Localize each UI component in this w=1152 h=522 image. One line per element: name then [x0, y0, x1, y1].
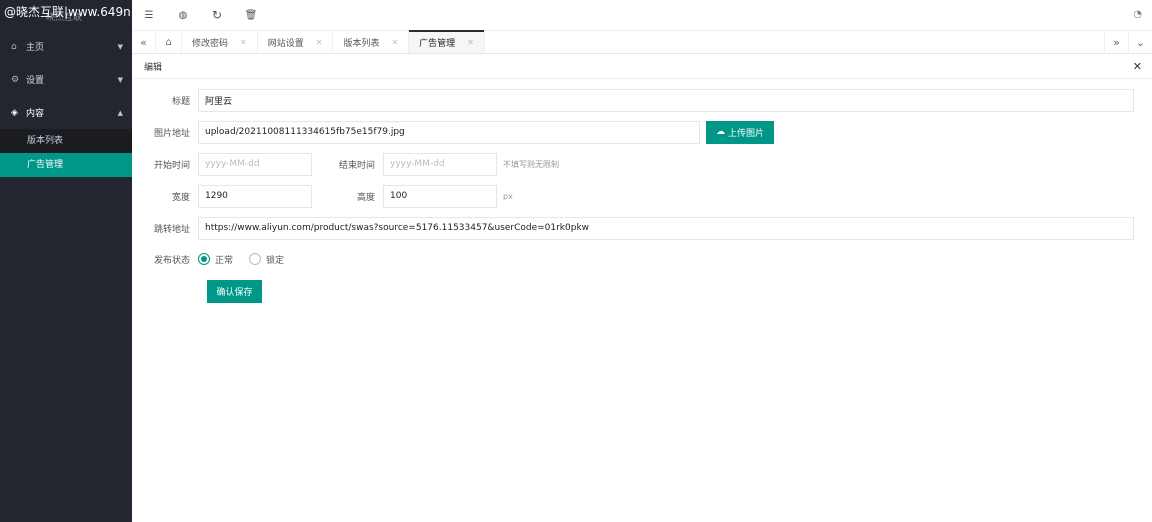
- refresh-icon[interactable]: ↻: [200, 8, 234, 22]
- sidebar-item-label: 设置: [26, 76, 45, 86]
- tabs-scroll-left-icon[interactable]: «: [132, 31, 156, 53]
- end-time-label: 结束时间: [338, 160, 375, 171]
- close-icon[interactable]: ✕: [1133, 60, 1142, 73]
- caret-down-icon: ▼: [117, 42, 123, 51]
- home-icon: ⌂: [11, 41, 17, 52]
- title-row: 标题 阿里云: [132, 88, 1134, 112]
- radio-checked-icon: [198, 253, 210, 265]
- menu-icon[interactable]: ☰: [132, 10, 166, 21]
- unit-label: px: [503, 191, 513, 201]
- save-button[interactable]: 确认保存: [207, 279, 262, 303]
- status-row: 发布状态 正常 锁定: [132, 247, 300, 271]
- radio-label: 锁定: [266, 255, 285, 266]
- sidebar-subnav: 版本列表 广告管理: [0, 129, 132, 177]
- start-time-label: 开始时间: [153, 160, 190, 171]
- redirect-url-input[interactable]: https://www.aliyun.com/product/swas?sour…: [198, 216, 1134, 240]
- title-label: 标题: [171, 96, 190, 107]
- top-toolbar: ☰ ◍ ↻ 🗑 ◔: [132, 0, 1152, 30]
- tab-ad-management[interactable]: 广告管理 ✕: [409, 30, 485, 53]
- close-icon[interactable]: ✕: [240, 38, 247, 47]
- logo[interactable]: 晓杰互联 @晓杰互联|www.649n: [0, 0, 132, 30]
- diamond-icon: ◈: [11, 107, 18, 118]
- width-input[interactable]: 1290: [198, 184, 312, 208]
- time-row: 开始时间 yyyy-MM-dd 结束时间 yyyy-MM-dd 不填写则无限制: [132, 152, 559, 176]
- watermark-text: @晓杰互联|www.649n: [4, 5, 131, 19]
- title-input[interactable]: 阿里云: [198, 88, 1134, 112]
- status-radio-normal[interactable]: 正常: [198, 253, 233, 266]
- image-row: 图片地址 upload/20211008111334615fb75e15f79.…: [132, 120, 774, 144]
- tab-bar: « ⌂ 修改密码 ✕ 网站设置 ✕ 版本列表 ✕ 广告管理 ✕ » ⌄: [132, 30, 1152, 54]
- panel-title: 编辑: [144, 63, 163, 73]
- actions-row: 确认保存: [207, 279, 262, 303]
- tab-label: 网站设置: [267, 38, 304, 49]
- tab-label: 修改密码: [192, 38, 229, 49]
- sidebar-subitem-version-list[interactable]: 版本列表: [0, 129, 132, 153]
- home-tab-icon[interactable]: ⌂: [156, 31, 182, 53]
- sidebar-item-home[interactable]: ⌂ 主页 ▼: [0, 30, 132, 63]
- tab-change-password[interactable]: 修改密码 ✕: [182, 31, 258, 53]
- width-label: 宽度: [171, 192, 190, 203]
- tab-label: 广告管理: [419, 38, 456, 49]
- height-input[interactable]: 100: [383, 184, 497, 208]
- upload-button-label: 上传图片: [727, 128, 764, 139]
- time-hint: 不填写则无限制: [503, 159, 559, 169]
- height-label: 高度: [356, 192, 375, 203]
- tab-label: 版本列表: [343, 38, 380, 49]
- url-label: 跳转地址: [153, 224, 190, 235]
- radio-label: 正常: [215, 255, 234, 266]
- upload-image-button[interactable]: ☁ 上传图片: [706, 120, 774, 144]
- status-radio-locked[interactable]: 锁定: [249, 253, 284, 266]
- radio-unchecked-icon: [249, 253, 262, 265]
- panel-header: 编辑 ✕: [132, 55, 1152, 79]
- chevron-down-icon[interactable]: ⌄: [1128, 31, 1152, 54]
- image-label: 图片地址: [153, 128, 190, 139]
- size-row: 宽度 1290 高度 100 px: [132, 184, 513, 208]
- tab-version-list[interactable]: 版本列表 ✕: [333, 31, 410, 53]
- trash-icon[interactable]: 🗑: [234, 10, 268, 21]
- start-date-input[interactable]: yyyy-MM-dd: [198, 152, 312, 176]
- theme-icon[interactable]: ◔: [1133, 9, 1142, 20]
- close-icon[interactable]: ✕: [316, 38, 323, 47]
- cloud-upload-icon: ☁: [715, 127, 725, 137]
- globe-icon[interactable]: ◍: [166, 10, 200, 21]
- tab-bar-right: » ⌄: [1104, 31, 1152, 54]
- sidebar-item-content[interactable]: ◈ 内容 ▲: [0, 96, 132, 129]
- gear-icon: ⚙: [11, 74, 20, 85]
- sidebar-item-settings[interactable]: ⚙ 设置 ▼: [0, 63, 132, 96]
- sidebar: 晓杰互联 @晓杰互联|www.649n ⌂ 主页 ▼ ⚙ 设置 ▼ ◈ 内容 ▲…: [0, 0, 132, 522]
- caret-up-icon: ▲: [117, 108, 123, 117]
- sidebar-subitem-ad-management[interactable]: 广告管理: [0, 153, 132, 177]
- sidebar-item-label: 内容: [26, 109, 45, 119]
- sidebar-item-label: 主页: [26, 43, 45, 53]
- caret-down-icon: ▼: [117, 75, 123, 84]
- tabs-scroll-right-icon[interactable]: »: [1104, 31, 1128, 54]
- close-icon[interactable]: ✕: [467, 38, 474, 47]
- status-label: 发布状态: [153, 255, 190, 266]
- close-icon[interactable]: ✕: [391, 38, 398, 47]
- image-url-input[interactable]: upload/20211008111334615fb75e15f79.jpg: [198, 120, 700, 144]
- end-date-input[interactable]: yyyy-MM-dd: [383, 152, 497, 176]
- url-row: 跳转地址 https://www.aliyun.com/product/swas…: [132, 216, 1134, 240]
- tab-site-settings[interactable]: 网站设置 ✕: [258, 31, 334, 53]
